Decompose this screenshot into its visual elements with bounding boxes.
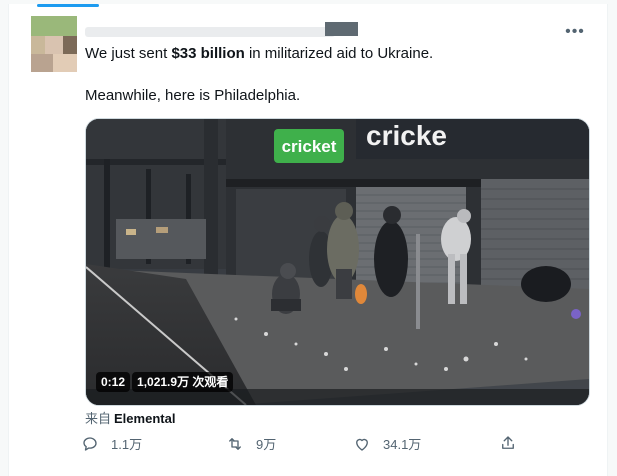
author-name-redacted[interactable]	[85, 22, 525, 40]
retweet-count: 9万	[256, 437, 277, 452]
tweet-line-1: We just sent $33 billion in militarized …	[85, 44, 585, 64]
tweet-line-2: Meanwhile, here is Philadelphia.	[85, 87, 301, 104]
reply-button[interactable]: 1.1万	[81, 434, 142, 453]
retweet-button[interactable]: 9万	[226, 434, 276, 453]
author-name-blur	[85, 27, 335, 37]
action-bar: 1.1万 9万 34.1万	[81, 434, 521, 458]
heart-icon	[356, 438, 368, 451]
video-player[interactable]: cricket cricke 0:12 1,021.9万 次观看	[85, 118, 590, 406]
source-prefix: 来自	[85, 411, 112, 426]
cricket-sign-text: cricket	[282, 137, 337, 156]
retweet-icon	[229, 437, 241, 450]
video-badge: 0:12 1,021.9万 次观看	[96, 372, 235, 392]
video-frame: cricket cricke	[86, 119, 589, 405]
source-attribution: 来自 Elemental	[85, 408, 175, 427]
video-views: 1,021.9万 次观看	[132, 372, 234, 392]
redaction-block	[325, 22, 358, 36]
more-options-icon[interactable]: •••	[565, 24, 585, 42]
tweet-card[interactable]: ••• We just sent $33 billion in militari…	[8, 4, 608, 476]
tweet-text: We just sent $33 billion in militarized …	[85, 44, 585, 106]
reply-count: 1.1万	[111, 437, 143, 452]
source-link[interactable]: Elemental	[114, 411, 175, 426]
share-icon	[502, 436, 514, 449]
tweet-text-part: in militarized aid to Ukraine.	[244, 45, 434, 62]
like-count: 34.1万	[383, 437, 422, 452]
like-button[interactable]: 34.1万	[353, 434, 421, 453]
tweet-text-bold: $33 billion	[171, 45, 245, 62]
tab-indicator	[37, 4, 99, 7]
video-duration: 0:12	[96, 372, 131, 392]
tweet-text-part: We just sent	[85, 45, 172, 62]
reply-icon	[83, 436, 97, 451]
store-sign-text: cricke	[366, 120, 447, 151]
avatar[interactable]	[31, 16, 77, 72]
share-button[interactable]	[499, 434, 517, 452]
